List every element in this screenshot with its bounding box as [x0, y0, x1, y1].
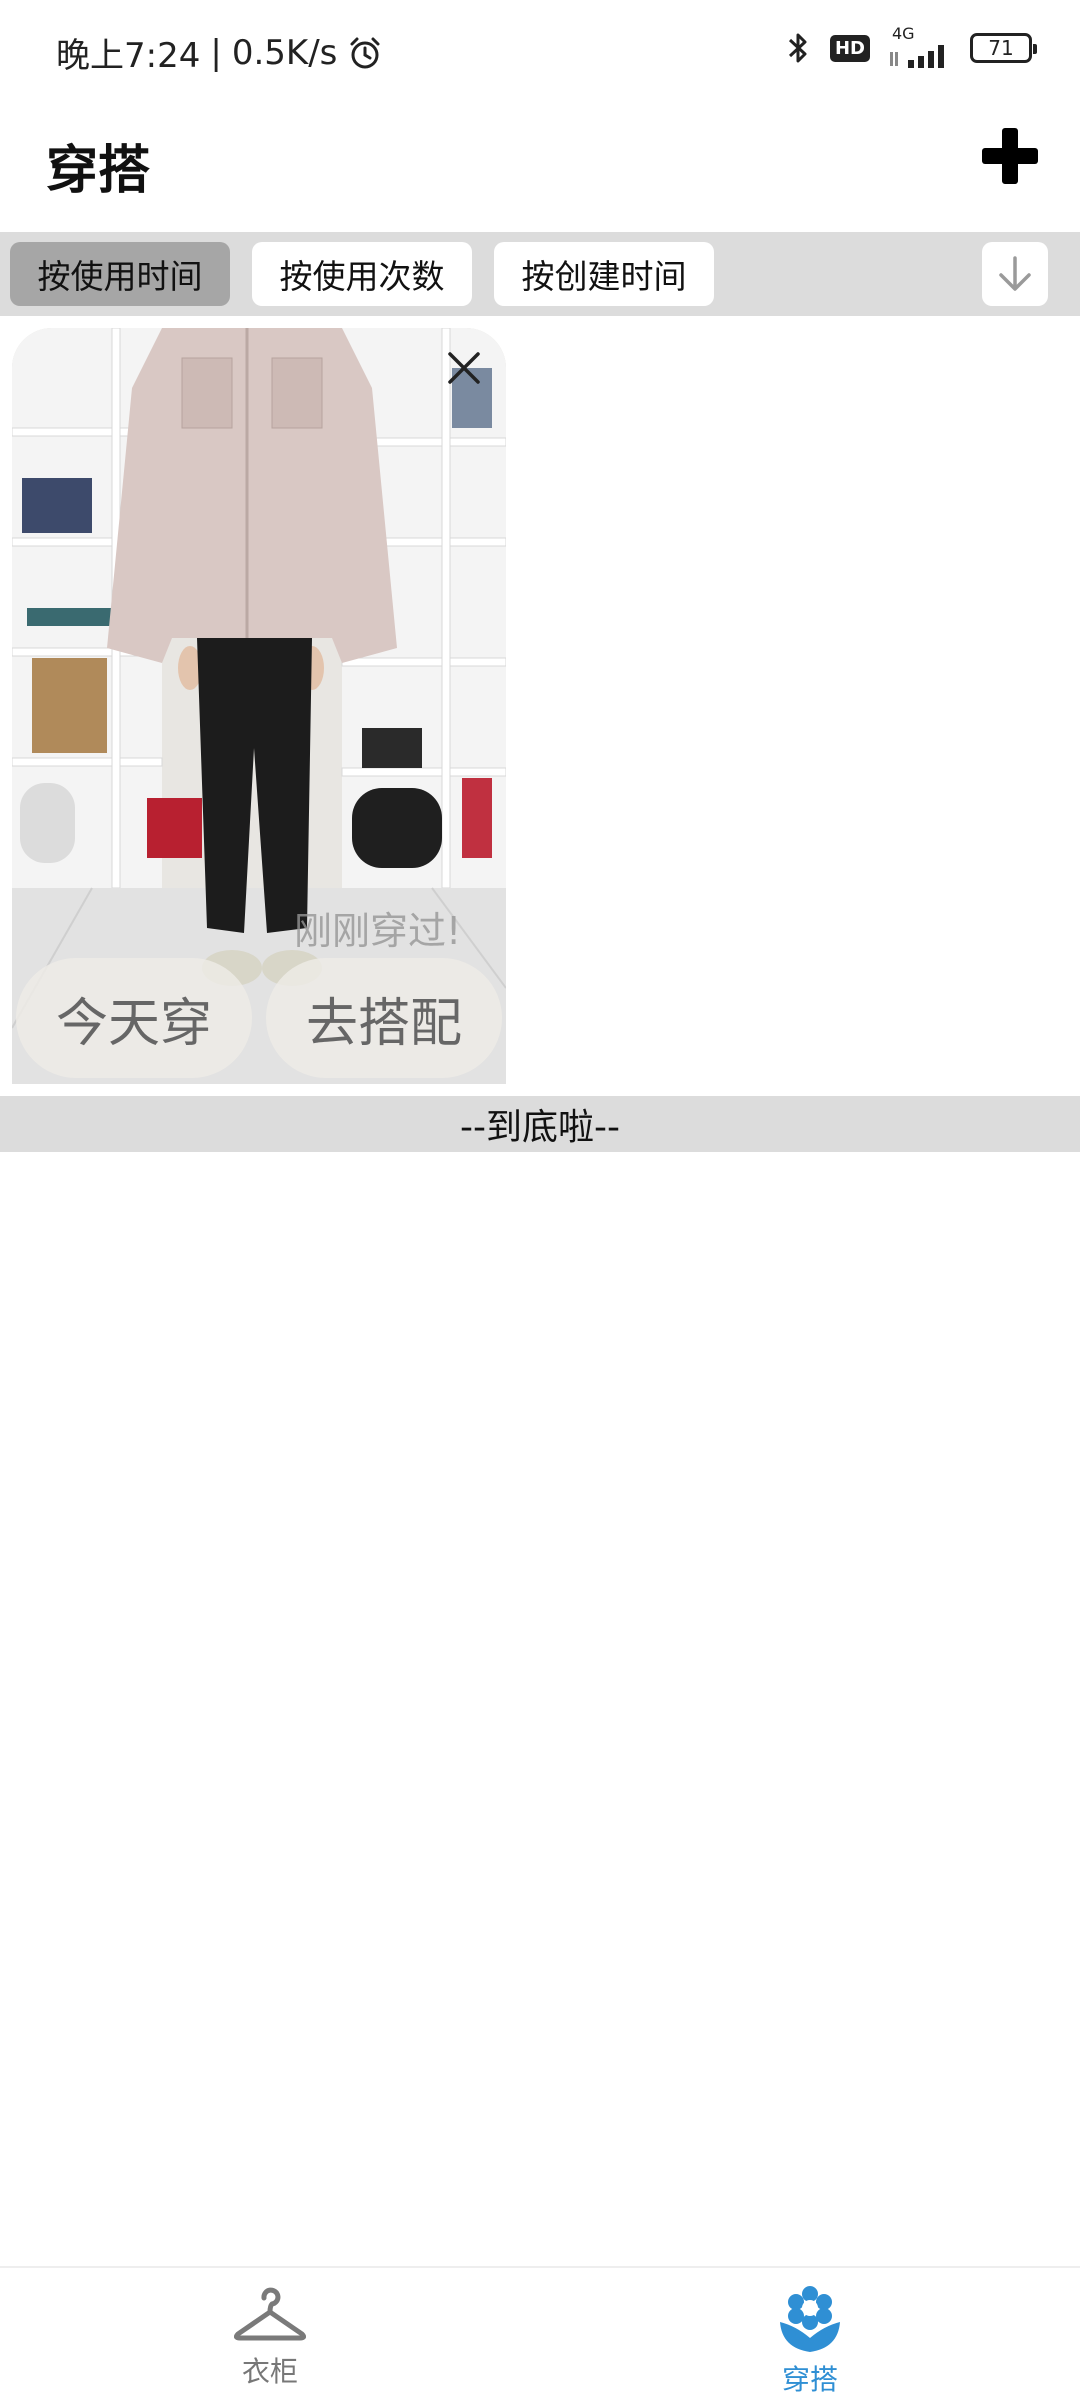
sort-by-create-time-tab[interactable]: 按创建时间 — [494, 242, 714, 306]
alarm-icon — [350, 37, 380, 68]
sort-direction-button[interactable] — [982, 242, 1048, 306]
status-net-speed: 0.5K/s — [231, 32, 338, 73]
add-outfit-button[interactable] — [978, 124, 1042, 188]
status-divider: | — [210, 32, 222, 73]
nav-outfit[interactable]: 穿搭 — [710, 2286, 910, 2398]
battery-icon: 71 — [970, 33, 1037, 63]
hanger-icon — [234, 2287, 306, 2341]
sort-by-use-count-tab[interactable]: 按使用次数 — [252, 242, 472, 306]
network-type: 4G — [892, 24, 915, 43]
signal-icon — [890, 45, 944, 68]
wear-today-button[interactable]: 今天穿 — [16, 958, 252, 1078]
list-end-indicator: --到底啦-- — [0, 1096, 1080, 1152]
worn-status-label: 刚刚穿过! — [294, 909, 462, 953]
status-time: 晚上7:24 — [56, 36, 201, 76]
delete-outfit-close-icon[interactable] — [444, 348, 484, 388]
sort-by-use-time-tab[interactable]: 按使用时间 — [10, 242, 230, 306]
arrow-down-icon — [999, 256, 1031, 291]
hd-badge: HD — [829, 34, 870, 62]
status-left: 晚上7:24 | 0.5K/s — [56, 28, 383, 77]
status-right: HD 4G 71 — [784, 26, 1037, 70]
bluetooth-icon — [788, 33, 807, 63]
status-bar: 晚上7:24 | 0.5K/s HD 4G 71 — [0, 0, 1080, 100]
app-header: 穿搭 — [0, 100, 1080, 230]
page-title: 穿搭 — [46, 141, 151, 201]
signal-block: 4G — [888, 26, 952, 70]
sort-bar: 按使用时间 按使用次数 按创建时间 — [0, 232, 1080, 316]
nav-wardrobe[interactable]: 衣柜 — [170, 2286, 370, 2390]
outfit-card[interactable]: 刚刚穿过! 今天穿 去搭配 — [12, 328, 506, 1084]
go-match-button[interactable]: 去搭配 — [266, 958, 502, 1078]
bottom-nav: 衣柜 穿搭 — [0, 2266, 1080, 2402]
nav-wardrobe-label: 衣柜 — [241, 2355, 298, 2388]
battery-level: 71 — [988, 36, 1014, 60]
flower-icon — [780, 2286, 840, 2352]
nav-outfit-label: 穿搭 — [781, 2363, 838, 2396]
